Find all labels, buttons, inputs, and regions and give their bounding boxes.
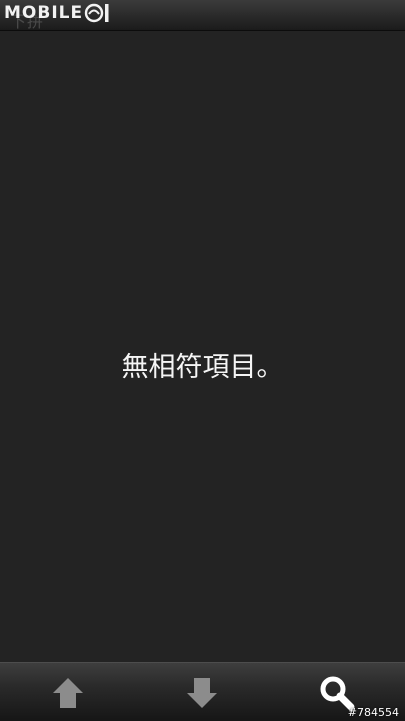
- mobile01-logo-icon: [84, 3, 109, 23]
- status-bar: 下拼 MOBILE: [0, 0, 405, 31]
- scroll-down-button[interactable]: [177, 669, 227, 717]
- image-id-label: #784554: [347, 706, 399, 719]
- arrow-up-icon: [53, 678, 83, 708]
- scroll-up-button[interactable]: [43, 669, 93, 717]
- bottom-toolbar: #784554: [0, 662, 405, 721]
- main-content: 無相符項目。: [0, 31, 405, 662]
- watermark-logo: MOBILE: [4, 2, 112, 24]
- watermark-text: MOBILE: [4, 3, 84, 23]
- empty-state-message: 無相符項目。: [121, 352, 284, 383]
- arrow-down-icon: [187, 678, 217, 708]
